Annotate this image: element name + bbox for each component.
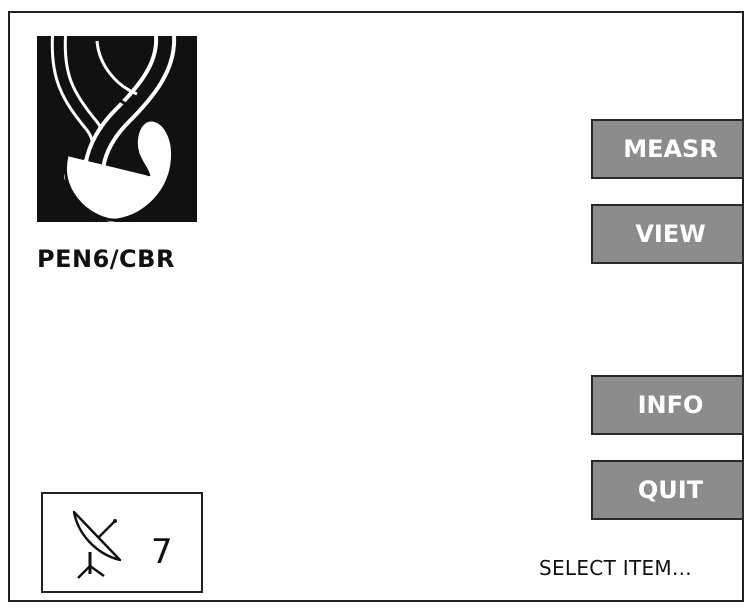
quit-button[interactable]: QUIT <box>591 460 744 520</box>
satellite-count: 7 <box>151 532 173 572</box>
info-button[interactable]: INFO <box>591 375 744 435</box>
device-logo <box>37 36 197 222</box>
device-name-label: PEN6/CBR <box>37 245 175 273</box>
braided-strands-icon <box>50 36 177 222</box>
satellite-status-box: 7 <box>41 492 203 593</box>
satellite-dish-icon <box>72 510 122 579</box>
measure-button[interactable]: MEASR <box>591 119 744 179</box>
status-message: SELECT ITEM... <box>539 556 692 580</box>
view-button[interactable]: VIEW <box>591 204 744 264</box>
